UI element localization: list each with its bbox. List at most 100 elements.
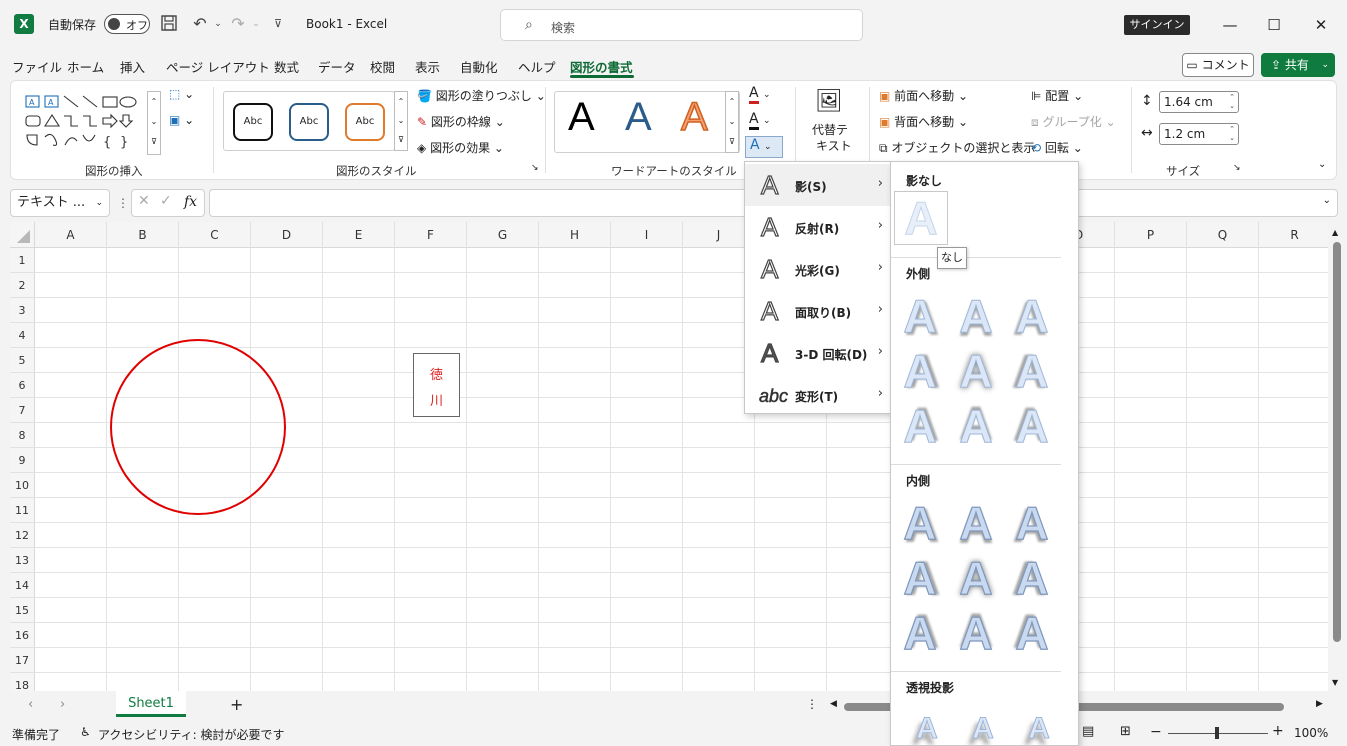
outer-shadow-option[interactable]: A [954, 402, 998, 451]
row-header[interactable]: 9 [10, 448, 35, 473]
column-header[interactable]: F [395, 222, 467, 248]
gallery-more-icon[interactable]: ⊽ [148, 132, 160, 152]
page-layout-view-icon[interactable]: ▤ [1082, 724, 1094, 739]
tab-review[interactable]: 校閲 [370, 57, 395, 76]
row-header[interactable]: 3 [10, 298, 35, 323]
perspective-shadow-option[interactable]: A [961, 705, 1005, 746]
close-icon[interactable]: ✕ [1306, 12, 1336, 38]
draw-textbox-button[interactable]: ▣ ⌄ [169, 113, 194, 127]
outer-shadow-option[interactable]: A [954, 347, 998, 396]
shape-style-thumb-1[interactable]: Abc [233, 103, 273, 141]
worksheet-grid[interactable]: ABCDEFGHIJKLMNOPQR 123456789101112131415… [10, 222, 1328, 691]
tab-view[interactable]: 表示 [415, 57, 440, 76]
outer-shadow-option[interactable]: A [1010, 347, 1054, 396]
shape-width-input[interactable]: 1.2 cm ⌃ ⌄ [1159, 123, 1239, 145]
tab-file[interactable]: ファイル [12, 57, 62, 76]
shapes-gallery[interactable]: A A { } [23, 91, 161, 155]
zoom-level[interactable]: 100% [1294, 726, 1328, 740]
row-header[interactable]: 18 [10, 673, 35, 691]
menu-item-3d-rotation[interactable]: A 3-D 回転(D) › [745, 332, 891, 374]
alt-text-icon[interactable]: 🖼 [815, 89, 843, 114]
row-header[interactable]: 6 [10, 373, 35, 398]
comment-button[interactable]: ▭ コメント [1182, 53, 1254, 77]
text-effects-button[interactable]: A ⌄ [745, 136, 783, 158]
inner-shadow-option[interactable]: A [1010, 553, 1054, 602]
redo-dropdown-icon[interactable]: ⌄ [246, 14, 266, 34]
column-header[interactable]: R [1259, 222, 1328, 248]
menu-item-shadow[interactable]: A 影(S) › [745, 164, 891, 206]
row-header[interactable]: 11 [10, 498, 35, 523]
wordart-style-blue[interactable]: A [625, 95, 652, 140]
perspective-shadow-option[interactable]: A [905, 705, 949, 746]
name-box-dropdown-icon[interactable]: ⌄ [95, 190, 103, 216]
share-dropdown-icon[interactable]: ⌄ [1321, 53, 1329, 77]
row-header[interactable]: 1 [10, 248, 35, 273]
scroll-up-arrow-icon[interactable]: ▲ [1332, 228, 1338, 237]
outer-shadow-option[interactable]: A [1010, 292, 1054, 341]
search-box[interactable]: ⌕ 検索 [500, 9, 863, 41]
column-header[interactable]: G [467, 222, 539, 248]
undo-dropdown-icon[interactable]: ⌄ [208, 14, 228, 34]
column-header[interactable]: P [1115, 222, 1187, 248]
menu-item-transform[interactable]: abc 変形(T) › [745, 374, 891, 416]
row-header[interactable]: 17 [10, 648, 35, 673]
vertical-scroll-thumb[interactable] [1333, 242, 1341, 642]
tab-automate[interactable]: 自動化 [460, 57, 498, 76]
size-launcher-icon[interactable]: ↘ [1233, 163, 1241, 173]
prev-sheet-icon[interactable]: ‹ [28, 697, 33, 712]
more-options-icon[interactable]: ⋮ [117, 196, 129, 210]
minimize-icon[interactable]: — [1215, 12, 1245, 38]
zoom-slider-handle[interactable] [1215, 727, 1219, 739]
outer-shadow-option[interactable]: A [898, 402, 942, 451]
zoom-out-icon[interactable]: − [1150, 724, 1162, 740]
confirm-entry-icon[interactable]: ✓ [160, 193, 172, 209]
tab-data[interactable]: データ [318, 57, 356, 76]
inner-shadow-option[interactable]: A [898, 608, 942, 657]
scroll-up-icon[interactable]: ⌃ [395, 92, 407, 111]
send-backward-button[interactable]: ▣ 背面へ移動 ⌄ [879, 113, 968, 130]
tab-formulas[interactable]: 数式 [274, 57, 299, 76]
tab-page-layout[interactable]: ページ レイアウト [166, 57, 270, 76]
circle-shape[interactable] [108, 339, 288, 519]
gallery-more-icon[interactable]: ⊽ [726, 132, 738, 152]
name-box[interactable]: テキスト ... ⌄ [10, 189, 110, 217]
column-header[interactable]: D [251, 222, 323, 248]
inner-shadow-option[interactable]: A [1010, 608, 1054, 657]
scroll-up-icon[interactable]: ⌃ [726, 92, 738, 112]
row-header[interactable]: 5 [10, 348, 35, 373]
inner-shadow-option[interactable]: A [898, 498, 942, 547]
shape-styles-launcher-icon[interactable]: ↘ [531, 163, 539, 173]
column-header[interactable]: B [107, 222, 179, 248]
outer-shadow-option[interactable]: A [1010, 402, 1054, 451]
scroll-up-icon[interactable]: ⌃ [148, 92, 160, 112]
inner-shadow-option[interactable]: A [954, 498, 998, 547]
sheet-tab-sheet1[interactable]: Sheet1 [116, 691, 186, 717]
outer-shadow-option[interactable]: A [954, 292, 998, 341]
column-header[interactable]: A [35, 222, 107, 248]
menu-item-glow[interactable]: A 光彩(G) › [745, 248, 891, 290]
share-button[interactable]: ⇪ 共有 ⌄ [1261, 53, 1335, 77]
shape-styles-scroll[interactable]: ⌃ ⌄ ⊽ [394, 91, 408, 151]
row-header[interactable]: 10 [10, 473, 35, 498]
row-header[interactable]: 12 [10, 523, 35, 548]
tab-insert[interactable]: 挿入 [120, 57, 145, 76]
column-header[interactable]: Q [1187, 222, 1259, 248]
row-header[interactable]: 15 [10, 598, 35, 623]
redo-icon[interactable]: ↷ [228, 14, 248, 34]
signin-button[interactable]: サインイン [1124, 15, 1190, 35]
add-sheet-button[interactable]: + [230, 695, 243, 714]
alt-text-label-1[interactable]: 代替テ [812, 121, 848, 138]
align-button[interactable]: ⊫ 配置 ⌄ [1031, 87, 1083, 104]
bring-forward-button[interactable]: ▣ 前面へ移動 ⌄ [879, 87, 968, 104]
shadow-option-none[interactable]: A [894, 191, 948, 245]
column-header[interactable]: C [179, 222, 251, 248]
ribbon-collapse-icon[interactable]: ⌄ [1318, 159, 1326, 170]
cancel-entry-icon[interactable]: ✕ [138, 193, 150, 209]
shape-fill-button[interactable]: 🪣 図形の塗りつぶし ⌄ [417, 87, 546, 104]
inner-shadow-option[interactable]: A [954, 608, 998, 657]
shape-height-input[interactable]: 1.64 cm ⌃ ⌄ [1159, 91, 1239, 113]
row-header[interactable]: 14 [10, 573, 35, 598]
text-outline-button[interactable]: A ⌄ [749, 111, 771, 130]
row-header[interactable]: 2 [10, 273, 35, 298]
tab-help[interactable]: ヘルプ [518, 57, 556, 76]
